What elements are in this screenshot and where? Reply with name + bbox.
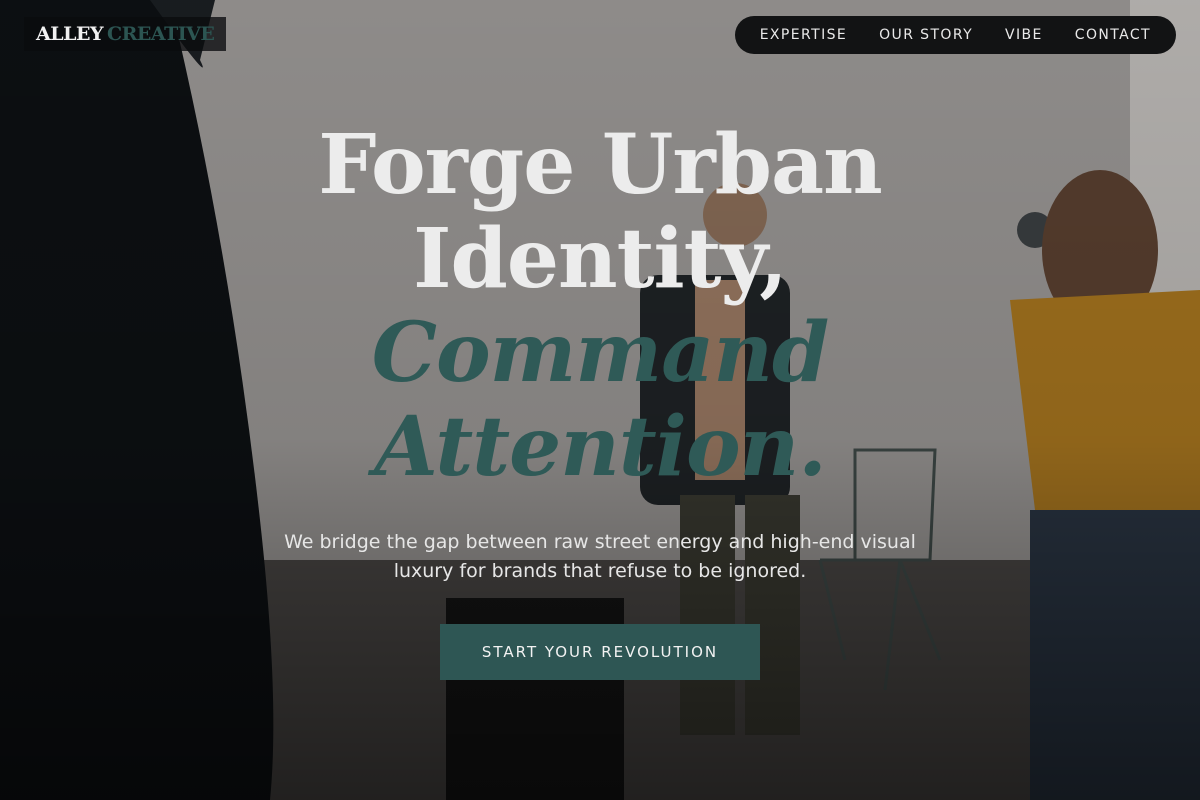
start-revolution-button[interactable]: START YOUR REVOLUTION bbox=[440, 624, 760, 680]
nav-item-contact[interactable]: CONTACT bbox=[1075, 27, 1151, 43]
hero-headline: Forge Urban Identity, Command Attention. bbox=[0, 118, 1200, 494]
nav-item-vibe[interactable]: VIBE bbox=[1005, 27, 1043, 43]
subtitle-line-1: We bridge the gap between raw street ene… bbox=[284, 531, 916, 553]
nav-item-our-story[interactable]: OUR STORY bbox=[879, 27, 973, 43]
headline-line-1: Forge Urban bbox=[318, 117, 882, 213]
hero-subtitle: We bridge the gap between raw street ene… bbox=[0, 528, 1200, 586]
headline-line-4: Attention. bbox=[374, 399, 827, 495]
main-nav: EXPERTISE OUR STORY VIBE CONTACT bbox=[734, 16, 1176, 54]
subtitle-line-2: luxury for brands that refuse to be igno… bbox=[393, 560, 807, 582]
headline-line-3: Command bbox=[371, 305, 830, 401]
brand-logo[interactable]: ALLEY CREATIVE bbox=[24, 17, 227, 51]
logo-word-alley: ALLEY bbox=[36, 23, 104, 45]
nav-item-expertise[interactable]: EXPERTISE bbox=[760, 27, 847, 43]
headline-line-2: Identity, bbox=[413, 211, 788, 307]
logo-word-creative: CREATIVE bbox=[107, 23, 215, 45]
